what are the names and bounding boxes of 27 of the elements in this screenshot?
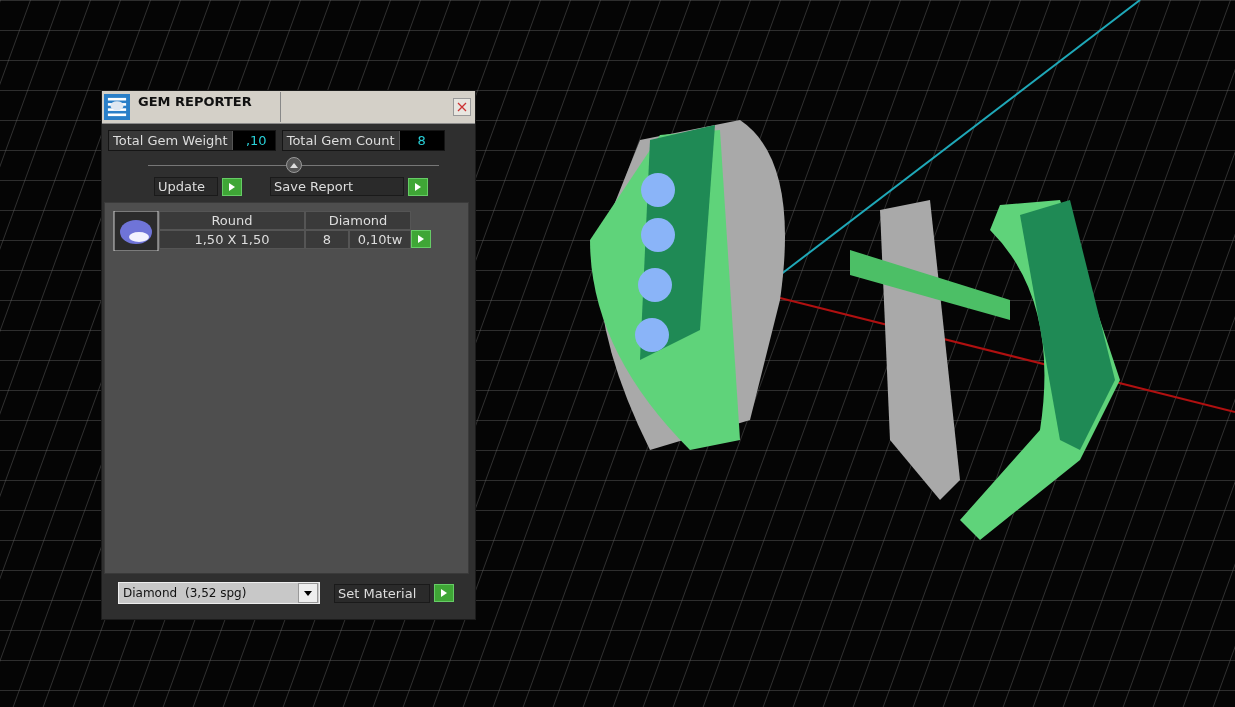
action-label: Set Material bbox=[334, 583, 430, 603]
play-icon bbox=[441, 589, 447, 597]
collapse-button[interactable] bbox=[285, 157, 302, 173]
gem-shape: Round bbox=[159, 211, 305, 230]
play-icon bbox=[229, 182, 235, 191]
total-label: Total Gem Weight bbox=[109, 131, 232, 150]
document-icon bbox=[104, 93, 130, 121]
close-icon bbox=[457, 102, 467, 112]
gem-weight: 0,10tw bbox=[349, 230, 411, 249]
window-title: GEM REPORTER bbox=[138, 93, 253, 109]
action-label: Update bbox=[154, 177, 218, 196]
play-icon bbox=[415, 182, 421, 191]
total-value: 8 bbox=[398, 131, 444, 150]
run-button[interactable] bbox=[408, 177, 428, 196]
action-label: Save Report bbox=[270, 177, 404, 196]
gem-material: Diamond bbox=[305, 211, 411, 230]
dropdown-arrow-icon bbox=[304, 590, 312, 596]
play-icon bbox=[418, 235, 424, 243]
caret-up-icon bbox=[289, 162, 298, 168]
close-button[interactable] bbox=[453, 98, 471, 116]
total-value: ,10 bbox=[231, 131, 275, 150]
total-label: Total Gem Count bbox=[282, 131, 399, 150]
gem-size: 1,50 X 1,50 bbox=[159, 230, 305, 249]
gem-icon bbox=[113, 211, 159, 251]
run-button[interactable] bbox=[222, 177, 242, 196]
gem-count: 8 bbox=[305, 230, 349, 249]
material-dropdown[interactable]: Diamond (3,52 spg) bbox=[118, 582, 320, 604]
